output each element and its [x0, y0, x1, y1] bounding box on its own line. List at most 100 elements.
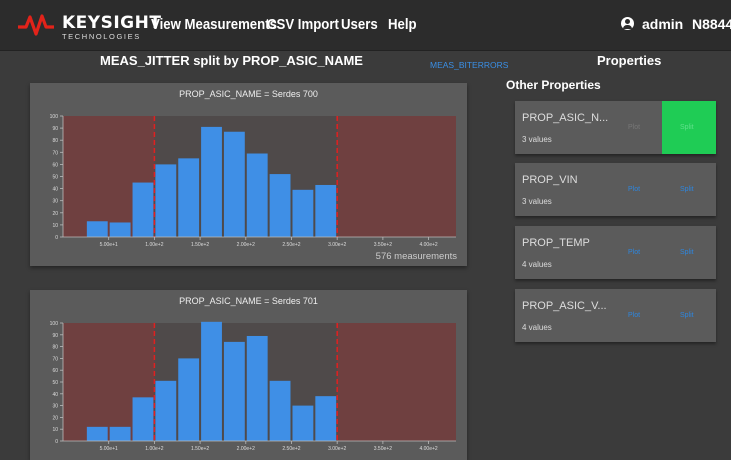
top-bar: KEYSIGHT TECHNOLOGIES View Measurements …	[0, 0, 731, 51]
x-tick-label: 2.50e+2	[282, 446, 300, 452]
y-tick-label: 50	[52, 380, 58, 386]
property-name: PROP_ASIC_V...	[522, 300, 607, 312]
x-tick-label: 2.50e+2	[282, 242, 300, 248]
histogram-bar	[132, 182, 154, 237]
y-tick-label: 0	[55, 439, 58, 445]
y-tick-label: 80	[52, 345, 58, 351]
y-tick-label: 10	[52, 427, 58, 433]
x-tick-label: 3.50e+2	[374, 242, 392, 248]
nav-users[interactable]: Users	[341, 16, 378, 33]
page-title: MEAS_JITTER split by PROP_ASIC_NAME	[100, 53, 363, 68]
nav-view-measurements[interactable]: View Measurements	[151, 16, 277, 33]
histogram-bar	[246, 335, 268, 441]
x-tick-label: 3.50e+2	[374, 446, 392, 452]
split-button[interactable]: Split	[680, 186, 694, 193]
histogram-bar	[132, 397, 154, 441]
device-model: N8844A	[692, 16, 731, 32]
chart-card-serdes-701: 0 10 20 30 40 50 60 70 80 90 100 5.00e+1 1.00e+2 1.50…	[30, 290, 467, 460]
x-tick-label: 4.00e+2	[419, 446, 437, 452]
y-tick-label: 40	[52, 392, 58, 398]
property-prop-temp[interactable]: PROP_TEMP 4 values Plot Split	[515, 226, 716, 279]
split-button[interactable]: Split	[680, 312, 694, 319]
property-name: PROP_ASIC_N...	[522, 112, 609, 124]
logo-name: KEYSIGHT	[62, 13, 162, 33]
x-tick-label: 5.00e+1	[100, 242, 118, 248]
y-tick-label: 30	[52, 404, 58, 410]
property-prop-asic-name[interactable]: PROP_ASIC_N... 3 values Plot Split	[515, 101, 716, 154]
y-tick-label: 20	[52, 415, 58, 421]
plot-button[interactable]: Plot	[628, 312, 640, 319]
chart-card-serdes-700: 0 10 20 30 40 50 60 70 80 90 100 5.00e+1 1.00e+2 1.50…	[30, 83, 467, 266]
histogram-bar	[178, 358, 200, 441]
logo-wave-icon	[18, 14, 54, 36]
histogram-bar	[269, 174, 291, 237]
histogram-bar	[201, 321, 222, 441]
histogram-chart-serdes-700: 0 10 20 30 40 50 60 70 80 90 100 5.00e+1 1.00e+2 1.50…	[50, 114, 456, 248]
properties-title: Properties	[597, 53, 662, 68]
histogram-bar	[292, 405, 314, 441]
y-tick-label: 90	[52, 333, 58, 339]
y-tick-label: 90	[52, 126, 58, 132]
histogram-bar	[109, 426, 131, 441]
y-tick-label: 70	[52, 356, 58, 362]
x-tick-label: 1.50e+2	[191, 242, 209, 248]
nav-help[interactable]: Help	[388, 16, 417, 33]
histogram-bar	[246, 153, 268, 237]
x-tick-label: 2.00e+2	[237, 446, 255, 452]
property-name: PROP_TEMP	[522, 237, 590, 249]
y-tick-label: 40	[52, 187, 58, 193]
x-tick-label: 1.00e+2	[145, 242, 163, 248]
x-tick-label: 2.00e+2	[237, 242, 255, 248]
x-tick-label: 5.00e+1	[100, 446, 118, 452]
meas-biterrors-link[interactable]: MEAS_BITERRORS	[430, 60, 508, 70]
y-tick-label: 10	[52, 223, 58, 229]
histogram-bar	[269, 380, 291, 441]
histogram-bar	[178, 158, 200, 237]
y-tick-label: 60	[52, 368, 58, 374]
histogram-bar	[86, 221, 108, 237]
property-prop-vin[interactable]: PROP_VIN 3 values Plot Split	[515, 163, 716, 216]
histogram-bar	[155, 380, 177, 441]
x-tick-label: 1.50e+2	[191, 446, 209, 452]
user-icon	[621, 17, 634, 30]
user-menu[interactable]: admin	[621, 16, 683, 32]
property-prop-asic-v[interactable]: PROP_ASIC_V... 4 values Plot Split	[515, 289, 716, 342]
property-name: PROP_VIN	[522, 174, 578, 186]
nav-csv-import[interactable]: CSV Import	[267, 16, 339, 33]
y-tick-label: 100	[50, 114, 59, 120]
y-tick-label: 100	[50, 321, 59, 327]
x-tick-label: 3.00e+2	[328, 446, 346, 452]
split-button[interactable]: Split	[680, 124, 694, 131]
chart-title: PROP_ASIC_NAME = Serdes 700	[179, 89, 318, 99]
histogram-bar	[155, 164, 177, 237]
x-tick-label: 4.00e+2	[419, 242, 437, 248]
x-tick-label: 3.00e+2	[328, 242, 346, 248]
property-values: 4 values	[522, 323, 552, 332]
x-tick-label: 1.00e+2	[145, 446, 163, 452]
other-properties-title: Other Properties	[506, 78, 601, 92]
histogram-bar	[292, 189, 314, 237]
histogram-chart-serdes-701: 0 10 20 30 40 50 60 70 80 90 100 5.00e+1 1.00e+2 1.50…	[50, 321, 456, 452]
chart-title: PROP_ASIC_NAME = Serdes 701	[179, 296, 318, 306]
property-values: 4 values	[522, 260, 552, 269]
plot-button[interactable]: Plot	[628, 124, 640, 131]
histogram-bar	[109, 222, 131, 237]
y-tick-label: 60	[52, 162, 58, 168]
histogram-bar	[86, 426, 108, 441]
histogram-bar	[315, 396, 337, 441]
y-tick-label: 80	[52, 138, 58, 144]
plot-button[interactable]: Plot	[628, 249, 640, 256]
property-values: 3 values	[522, 135, 552, 144]
y-tick-label: 30	[52, 199, 58, 205]
split-button[interactable]: Split	[680, 249, 694, 256]
y-tick-label: 50	[52, 175, 58, 181]
y-tick-label: 70	[52, 150, 58, 156]
measurement-count: 576 measurements	[375, 251, 457, 262]
histogram-bar	[201, 126, 222, 237]
histogram-bar	[223, 131, 245, 237]
plot-button[interactable]: Plot	[628, 186, 640, 193]
histogram-bar	[315, 184, 337, 237]
y-tick-label: 0	[55, 235, 58, 241]
histogram-bar	[223, 341, 245, 441]
logo-subtitle: TECHNOLOGIES	[62, 32, 141, 41]
